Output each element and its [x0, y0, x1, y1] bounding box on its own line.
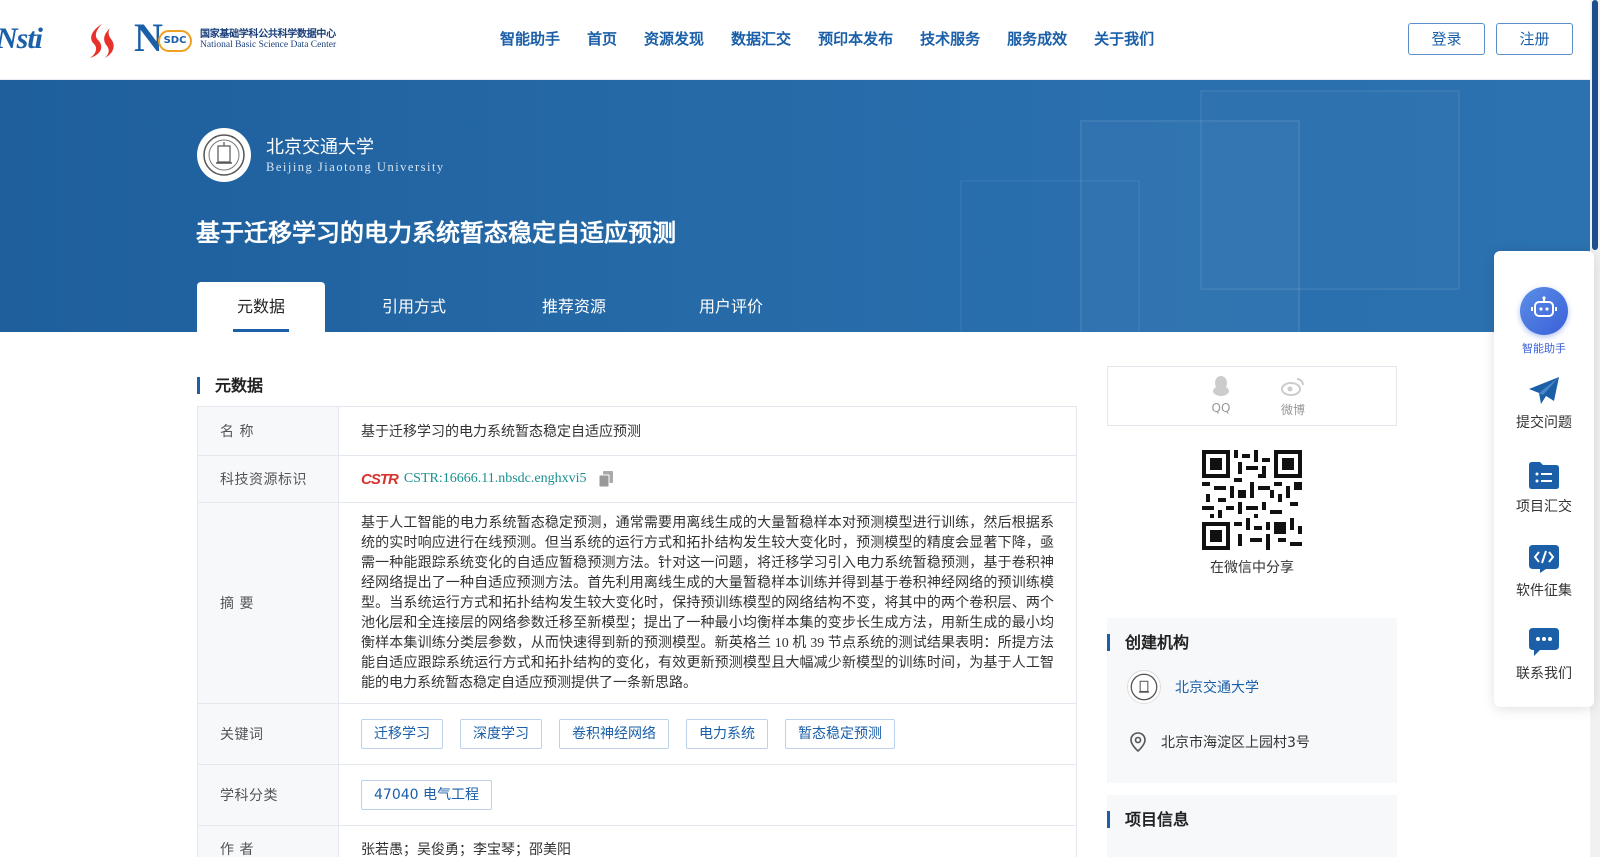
share-box: QQ 微博: [1107, 366, 1397, 426]
weibo-icon: [1281, 378, 1304, 396]
page-title: 基于迁移学习的电力系统暂态稳定自适应预测: [196, 219, 676, 247]
table-row: 科技资源标识 CSTR CSTR:16666.11.nbsdc.enghxvi5: [198, 456, 1076, 503]
tab-citation[interactable]: 引用方式: [325, 282, 503, 332]
subject-label: 学科分类: [198, 765, 339, 825]
cstr-badge-icon: CSTR: [361, 470, 399, 488]
abstract-value: 基于人工智能的电力系统暂态稳定预测，通常需要用离线生成的大量暂稳样本对预测模型进…: [361, 516, 1054, 691]
float-software-label: 软件征集: [1516, 583, 1572, 599]
nav-ai-assistant[interactable]: 智能助手: [500, 28, 560, 49]
tab-metadata[interactable]: 元数据: [197, 282, 325, 332]
nav-resource-discovery[interactable]: 资源发现: [644, 28, 704, 49]
login-button[interactable]: 登录: [1408, 23, 1485, 55]
nav-data-submission[interactable]: 数据汇交: [731, 28, 791, 49]
nsdc-name-cn: 国家基础学科公共科学数据中心: [200, 29, 336, 40]
metadata-table: 名 称 基于迁移学习的电力系统暂态稳定自适应预测 科技资源标识 CSTR CST…: [197, 406, 1077, 857]
nav-tech-service[interactable]: 技术服务: [920, 28, 980, 49]
abstract-label: 摘 要: [198, 503, 339, 703]
float-contact-us[interactable]: 联系我们: [1494, 627, 1594, 683]
cas-logo-icon[interactable]: [80, 20, 120, 60]
float-contact-label: 联系我们: [1516, 666, 1572, 682]
nav-preprint[interactable]: 预印本发布: [818, 28, 893, 49]
register-button[interactable]: 注册: [1496, 23, 1573, 55]
nsdc-mark: N SDC: [134, 18, 198, 60]
keywords-label: 关键词: [198, 704, 339, 764]
cstr-label: 科技资源标识: [198, 456, 339, 502]
main-nav: 智能助手 首页 资源发现 数据汇交 预印本发布 技术服务 服务成效 关于我们: [500, 28, 1181, 49]
project-panel: 项目信息: [1107, 795, 1397, 857]
robot-icon: [1520, 287, 1568, 335]
float-software-collect[interactable]: 软件征集: [1494, 544, 1594, 600]
floating-toolbar: 智能助手 提交问题 项目汇交 软件征集 联系我们: [1494, 251, 1594, 707]
resource-tabs: 元数据 引用方式 推荐资源 用户评价: [197, 282, 817, 332]
table-row: 学科分类 47040 电气工程: [198, 765, 1076, 826]
keyword-tag[interactable]: 电力系统: [686, 719, 768, 749]
keyword-tag[interactable]: 卷积神经网络: [559, 719, 669, 749]
float-submit-label: 提交问题: [1516, 415, 1572, 431]
nav-home[interactable]: 首页: [587, 28, 617, 49]
table-row: 关键词 迁移学习 深度学习 卷积神经网络 电力系统 暂态稳定预测: [198, 704, 1076, 765]
org-panel-title: 创建机构: [1107, 634, 1189, 651]
university-name-en: Beijing Jiaotong University: [266, 160, 445, 174]
float-project-label: 项目汇交: [1516, 499, 1572, 515]
float-ai-label: 智能助手: [1522, 342, 1566, 355]
wechat-qr-code: [1202, 450, 1302, 550]
nsdc-name-en: National Basic Science Data Center: [200, 40, 337, 50]
float-ai-assistant[interactable]: 智能助手: [1494, 287, 1594, 356]
keyword-tag[interactable]: 深度学习: [460, 719, 542, 749]
copy-icon[interactable]: [598, 471, 613, 488]
table-row: 名 称 基于迁移学习的电力系统暂态稳定自适应预测: [198, 407, 1076, 456]
top-header: Nsti N SDC 国家基础学科公共科学数据中心 National Basic…: [0, 0, 1600, 80]
keywords-list: 迁移学习 深度学习 卷积神经网络 电力系统 暂态稳定预测: [339, 704, 1076, 764]
share-qq[interactable]: QQ: [1201, 375, 1241, 415]
float-submit-question[interactable]: 提交问题: [1494, 376, 1594, 432]
org-address: 北京市海淀区上园村3号: [1161, 735, 1310, 751]
authors-label: 作 者: [198, 826, 339, 857]
nav-service-results[interactable]: 服务成效: [1007, 28, 1067, 49]
nsdc-logo[interactable]: N SDC 国家基础学科公共科学数据中心 National Basic Scie…: [134, 18, 337, 60]
wechat-share-caption: 在微信中分享: [1210, 560, 1294, 576]
subject-tag[interactable]: 47040 电气工程: [361, 780, 492, 810]
name-value: 基于迁移学习的电力系统暂态稳定自适应预测: [361, 424, 641, 440]
paper-plane-icon: [1529, 377, 1559, 404]
table-row: 摘 要 基于人工智能的电力系统暂态稳定预测，通常需要用离线生成的大量暂稳样本对预…: [198, 503, 1076, 704]
org-seal-icon: [1127, 670, 1161, 704]
chat-bubble-icon: [1529, 628, 1559, 656]
cstr-link[interactable]: CSTR:16666.11.nbsdc.enghxvi5: [404, 471, 587, 487]
tab-recommended[interactable]: 推荐资源: [503, 282, 645, 332]
code-icon: [1529, 545, 1559, 573]
cstr-logo[interactable]: Nsti: [0, 22, 43, 56]
university-name-cn[interactable]: 北京交通大学: [266, 133, 374, 159]
float-project-collect[interactable]: 项目汇交: [1494, 460, 1594, 516]
authors-value: 张若愚；吴俊勇；李宝琴；邵美阳: [361, 841, 571, 857]
qq-icon: [1213, 376, 1229, 396]
org-name-link[interactable]: 北京交通大学: [1175, 677, 1259, 697]
keyword-tag[interactable]: 暂态稳定预测: [785, 719, 895, 749]
keyword-tag[interactable]: 迁移学习: [361, 719, 443, 749]
location-icon: [1130, 732, 1146, 752]
share-weibo[interactable]: 微博: [1273, 375, 1313, 418]
nav-about[interactable]: 关于我们: [1094, 28, 1154, 49]
university-seal-icon: [197, 128, 251, 182]
project-panel-title: 项目信息: [1107, 811, 1189, 828]
metadata-section-title: 元数据: [197, 377, 263, 394]
folder-list-icon: [1529, 462, 1559, 489]
table-row: 作 者 张若愚；吴俊勇；李宝琴；邵美阳: [198, 826, 1076, 857]
tab-user-reviews[interactable]: 用户评价: [645, 282, 817, 332]
org-panel: 创建机构 北京交通大学 北京市海淀区上园村3号: [1107, 618, 1397, 783]
name-label: 名 称: [198, 407, 339, 455]
scrollbar-thumb[interactable]: [1592, 0, 1598, 250]
